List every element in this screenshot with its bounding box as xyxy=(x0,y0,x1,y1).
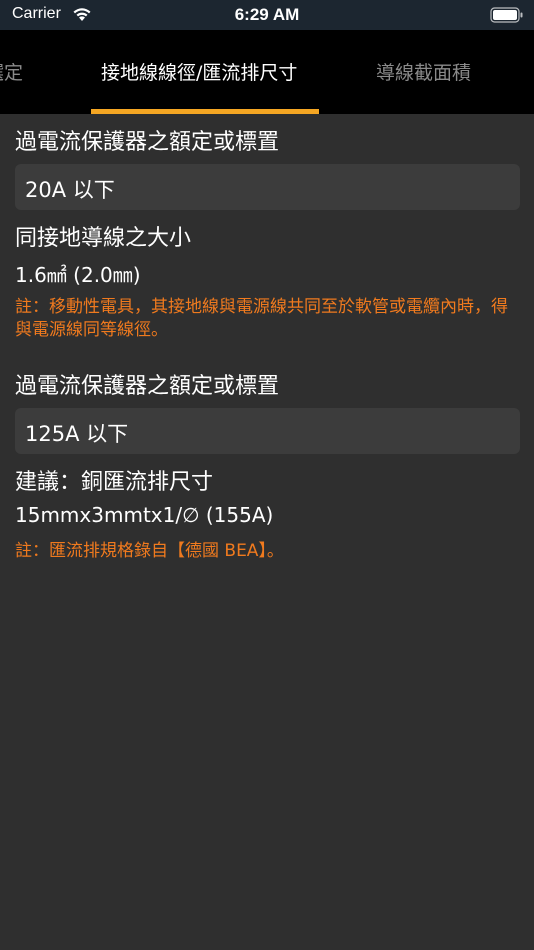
section1-result-label: 同接地導線之大小 xyxy=(15,226,192,251)
section2-rating-select[interactable]: 125A 以下 xyxy=(15,408,520,454)
section1-note: 註：移動性電具，其接地線與電源線共同至於軟管或電纜內時，得與電源線同等線徑。 xyxy=(15,297,508,340)
section1-result-value: 1.6㎟ (2.0㎜) xyxy=(15,263,141,287)
tab-ground-wire-busbar[interactable]: 接地線線徑/匯流排尺寸 xyxy=(101,58,297,85)
section2-heading: 過電流保護器之額定或標置 xyxy=(15,374,280,399)
tab-bar: 徑選定 接地線線徑/匯流排尺寸 導線截面積 xyxy=(0,30,534,114)
battery-icon xyxy=(490,7,523,23)
tab-conductor-cross-section[interactable]: 導線截面積 xyxy=(376,58,471,85)
section2-note: 註：匯流排規格錄自【德國 BEA】。 xyxy=(15,541,284,561)
clock: 6:29 AM xyxy=(234,5,300,24)
section2-result-label: 建議：銅匯流排尺寸 xyxy=(15,470,214,495)
section1-heading: 過電流保護器之額定或標置 xyxy=(15,130,280,155)
section1-selected-value: 20A 以下 xyxy=(25,178,115,202)
section2-result-value: 15mmx3mmtx1/∅ (155A) xyxy=(15,503,274,527)
active-tab-indicator xyxy=(91,109,319,114)
section2-selected-value: 125A 以下 xyxy=(25,422,129,446)
tab-wire-size-selection[interactable]: 徑選定 xyxy=(0,58,23,85)
status-bar: Carrier 6:29 AM xyxy=(0,0,534,30)
section1-rating-select[interactable]: 20A 以下 xyxy=(15,164,520,210)
